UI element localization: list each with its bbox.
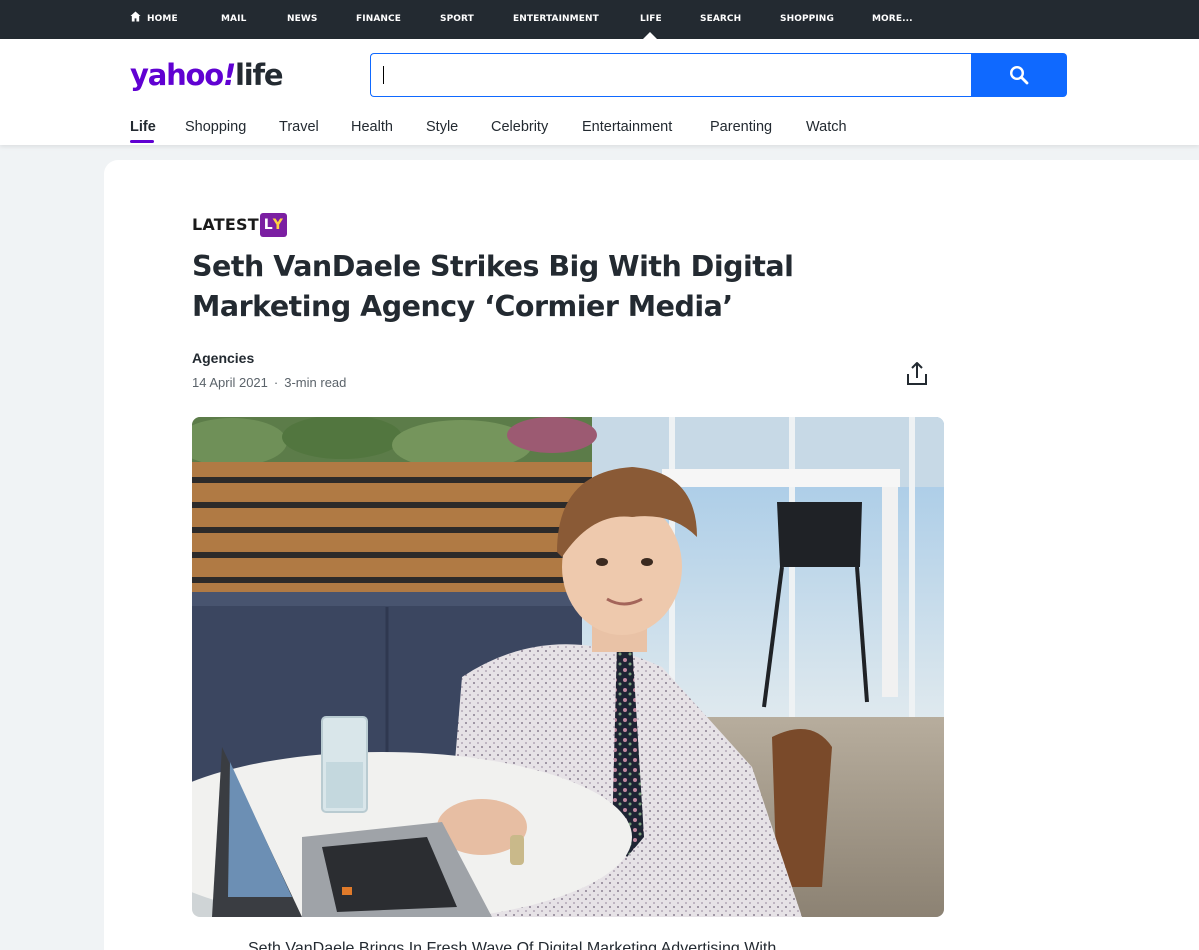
subnav-item-parenting[interactable]: Parenting xyxy=(710,119,772,135)
top-nav-shopping[interactable]: SHOPPING xyxy=(780,0,834,39)
subnav-item-style[interactable]: Style xyxy=(426,119,458,135)
top-nav: HOME MAIL NEWS FINANCE SPORT ENTERTAINME… xyxy=(0,0,1199,39)
top-nav-mail[interactable]: MAIL xyxy=(221,0,246,39)
logo-bang-text: ! xyxy=(222,58,236,92)
article-date: 14 April 2021 xyxy=(192,375,268,390)
search-input[interactable] xyxy=(385,56,955,94)
article-read-time: 3-min read xyxy=(284,375,347,390)
top-nav-home[interactable]: HOME xyxy=(130,0,178,39)
article-headline: Seth VanDaele Strikes Big With Digital M… xyxy=(192,250,794,323)
provider-badge: LY xyxy=(259,213,287,237)
top-nav-news[interactable]: NEWS xyxy=(287,0,318,39)
site-header: yahoo!life Life Shopping Travel Health S… xyxy=(0,39,1199,145)
article-author: Agencies xyxy=(192,350,255,366)
subnav-item-celebrity[interactable]: Celebrity xyxy=(491,119,548,135)
top-nav-home-label: HOME xyxy=(147,14,178,24)
top-nav-finance[interactable]: FINANCE xyxy=(356,0,401,39)
subnav-active-underline xyxy=(130,140,154,143)
provider-logo-text: LATEST xyxy=(192,215,259,234)
subnav-item-shopping[interactable]: Shopping xyxy=(185,119,246,135)
subnav-item-life[interactable]: Life xyxy=(130,119,156,135)
search-box[interactable] xyxy=(370,53,972,97)
subnav-item-health[interactable]: Health xyxy=(351,119,393,135)
hero-photo xyxy=(192,417,944,917)
search-button[interactable] xyxy=(971,53,1067,97)
top-nav-bar: HOME MAIL NEWS FINANCE SPORT ENTERTAINME… xyxy=(0,0,1199,39)
meta-separator: · xyxy=(273,375,279,390)
article-card: LATEST LY Seth VanDaele Strikes Big With … xyxy=(104,160,1199,950)
share-icon xyxy=(907,362,927,385)
text-cursor xyxy=(383,66,384,84)
top-nav-search[interactable]: SEARCH xyxy=(700,0,741,39)
subnav-item-travel[interactable]: Travel xyxy=(279,119,319,135)
article-body-first-line: Seth VanDaele Brings In Fresh Wave Of Di… xyxy=(248,940,777,950)
top-nav-more[interactable]: MORE... xyxy=(872,0,913,39)
life-subnav: Life Shopping Travel Health Style Celebr… xyxy=(0,117,1199,145)
top-nav-sport[interactable]: SPORT xyxy=(440,0,474,39)
provider-logo[interactable]: LATEST LY xyxy=(192,213,287,237)
top-nav-entertainment[interactable]: ENTERTAINMENT xyxy=(513,0,599,39)
article-meta: 14 April 2021 · 3-min read xyxy=(192,375,346,390)
subnav-item-watch[interactable]: Watch xyxy=(806,119,847,135)
subnav-item-entertainment[interactable]: Entertainment xyxy=(582,119,672,135)
logo-life-text: life xyxy=(235,58,284,92)
provider-badge-y: Y xyxy=(272,217,283,233)
home-icon xyxy=(130,11,141,22)
provider-badge-l: L xyxy=(263,217,273,233)
yahoo-life-logo[interactable]: yahoo!life xyxy=(130,56,284,94)
active-nav-caret xyxy=(643,32,657,39)
article-hero-image xyxy=(192,417,944,917)
share-button[interactable] xyxy=(904,360,930,388)
logo-yahoo-text: yahoo xyxy=(130,58,224,92)
search-icon xyxy=(1009,65,1029,85)
